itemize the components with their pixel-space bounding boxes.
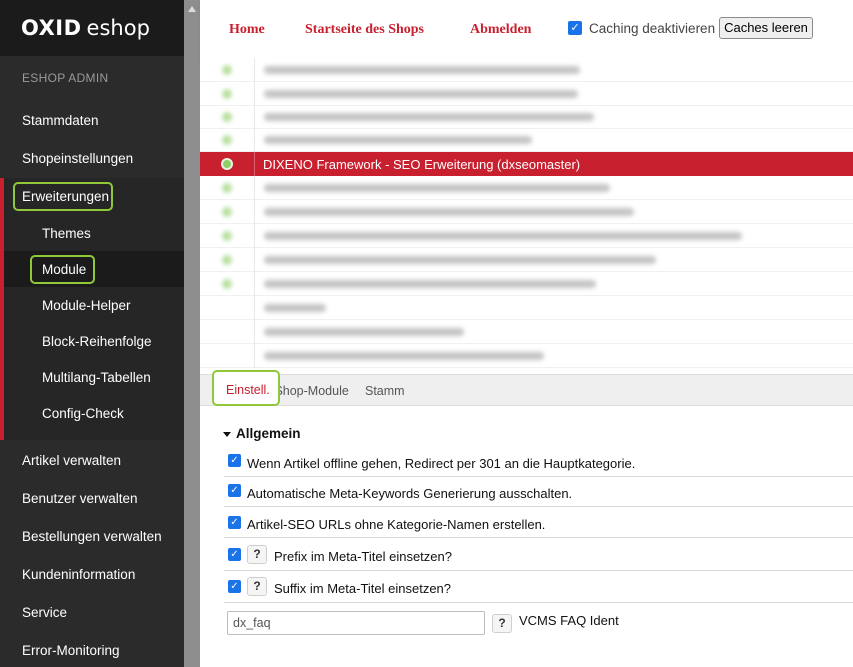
sidebar-item-bestellungen[interactable]: Bestellungen verwalten [22, 529, 162, 544]
clear-cache-button[interactable]: Caches leeren [719, 17, 813, 39]
header-link-home[interactable]: Home [229, 22, 265, 38]
setting-checkbox-redirect[interactable]: ✓ [228, 454, 241, 467]
sidebar-item-kundeninformation[interactable]: Kundeninformation [22, 567, 135, 582]
module-row[interactable] [200, 82, 853, 106]
faq-ident-input[interactable] [227, 611, 485, 635]
module-row-selected[interactable]: DIXENO Framework - SEO Erweiterung (dxse… [200, 152, 853, 176]
status-dot-icon [222, 231, 232, 241]
caching-checkbox[interactable]: ✓ [568, 21, 582, 35]
scroll-up-arrow-icon[interactable] [187, 4, 197, 14]
module-row[interactable] [200, 272, 853, 296]
setting-row: ✓ ? Suffix im Meta-Titel einsetzen? [224, 571, 853, 603]
module-row[interactable] [200, 224, 853, 248]
status-dot-icon [222, 207, 232, 217]
setting-checkbox-prefix[interactable]: ✓ [228, 548, 241, 561]
sidebar: OXID eshop ESHOP ADMIN Stammdaten Shopei… [0, 0, 184, 667]
status-dot-icon [222, 255, 232, 265]
selected-module-name: DIXENO Framework - SEO Erweiterung (dxse… [263, 157, 581, 172]
help-question-icon[interactable]: ? [247, 577, 267, 596]
setting-checkbox-seo-urls[interactable]: ✓ [228, 516, 241, 529]
sidebar-heading: ESHOP ADMIN [22, 71, 109, 85]
sidebar-item-shopeinstellungen[interactable]: Shopeinstellungen [22, 151, 133, 166]
caching-label: Caching deaktivieren [589, 21, 716, 36]
module-row[interactable] [200, 58, 853, 82]
status-dot-icon [222, 112, 232, 122]
tab-einstell[interactable]: Einstell. [212, 370, 280, 406]
header: Home Startseite des Shops Abmelden ✓ Cac… [200, 0, 853, 58]
tab-bar: Installierte Shop-Module Stamm [200, 374, 853, 406]
sidebar-sub-module-helper[interactable]: Module-Helper [42, 298, 131, 313]
setting-row: ✓ Wenn Artikel offline gehen, Redirect p… [224, 448, 853, 477]
setting-label: Prefix im Meta-Titel einsetzen? [274, 549, 452, 564]
tab-einstell-label: Einstell. [226, 383, 270, 397]
logo-text-light: eshop [86, 16, 150, 40]
sidebar-item-benutzer[interactable]: Benutzer verwalten [22, 491, 138, 506]
status-dot-icon [222, 135, 232, 145]
setting-row: ✓ Automatische Meta-Keywords Generierung… [224, 477, 853, 507]
highlight-erweiterungen [13, 182, 113, 211]
settings-panel: Allgemein ✓ Wenn Artikel offline gehen, … [200, 406, 853, 667]
setting-checkbox-suffix[interactable]: ✓ [228, 580, 241, 593]
module-row[interactable] [200, 320, 853, 344]
setting-row: ✓ ? Prefix im Meta-Titel einsetzen? [224, 538, 853, 571]
logo-text-bold: OXID [21, 16, 82, 40]
highlight-module [30, 255, 95, 284]
sidebar-item-stammdaten[interactable]: Stammdaten [22, 113, 99, 128]
help-question-icon[interactable]: ? [247, 545, 267, 564]
status-dot-icon [222, 279, 232, 289]
module-row[interactable] [200, 105, 853, 129]
setting-label: Suffix im Meta-Titel einsetzen? [274, 581, 452, 596]
sidebar-item-error-monitoring[interactable]: Error-Monitoring [22, 643, 120, 658]
status-dot-icon [222, 183, 232, 193]
setting-label: Wenn Artikel offline gehen, Redirect per… [247, 456, 636, 471]
header-link-startseite[interactable]: Startseite des Shops [305, 22, 424, 38]
sidebar-item-service[interactable]: Service [22, 605, 67, 620]
logo[interactable]: OXID eshop [0, 0, 184, 56]
status-dot-icon [222, 89, 232, 99]
module-row[interactable] [200, 200, 853, 224]
sidebar-sub-multilang-tabellen[interactable]: Multilang-Tabellen [42, 370, 151, 385]
group-title[interactable]: Allgemein [224, 426, 301, 441]
sidebar-item-artikel[interactable]: Artikel verwalten [22, 453, 121, 468]
help-question-icon[interactable]: ? [492, 614, 512, 633]
module-row[interactable] [200, 248, 853, 272]
sidebar-sub-config-check[interactable]: Config-Check [42, 406, 124, 421]
sidebar-sub-themes[interactable]: Themes [42, 226, 91, 241]
setting-checkbox-meta-keywords[interactable]: ✓ [228, 484, 241, 497]
sidebar-sub-block-reihenfolge[interactable]: Block-Reihenfolge [42, 334, 152, 349]
tab-stamm[interactable]: Stamm [365, 384, 405, 398]
header-link-abmelden[interactable]: Abmelden [470, 22, 531, 38]
faq-ident-label: VCMS FAQ Ident [519, 613, 619, 628]
setting-label: Automatische Meta-Keywords Generierung a… [247, 486, 573, 501]
sidebar-scrollbar[interactable] [184, 0, 200, 667]
setting-label: Artikel-SEO URLs ohne Kategorie-Namen er… [247, 517, 546, 532]
setting-row: ✓ Artikel-SEO URLs ohne Kategorie-Namen … [224, 507, 853, 538]
status-dot-icon [222, 65, 232, 75]
module-row[interactable] [200, 296, 853, 320]
active-status-icon [221, 158, 233, 170]
module-row[interactable] [200, 344, 853, 368]
module-row[interactable] [200, 176, 853, 200]
module-row[interactable] [200, 128, 853, 152]
module-list: DIXENO Framework - SEO Erweiterung (dxse… [200, 58, 853, 374]
group-title-text: Allgemein [236, 426, 301, 441]
